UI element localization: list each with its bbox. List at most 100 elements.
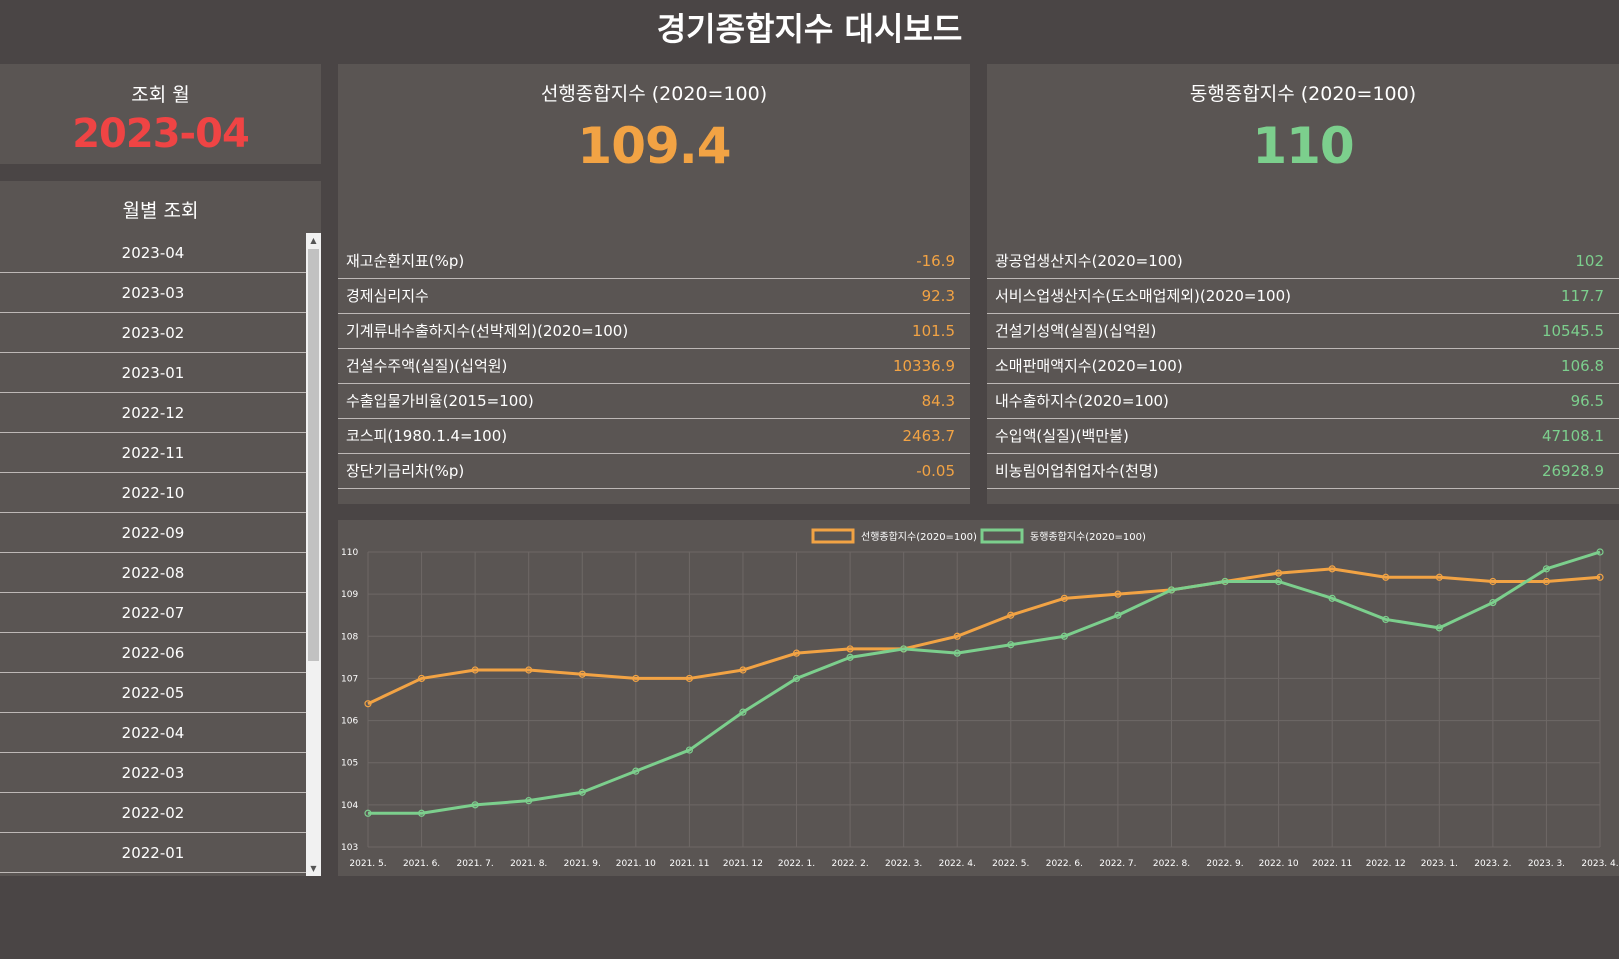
leading-component-row: 수출입물가비율(2015=100) 84.3	[338, 384, 970, 419]
y-tick-label: 106	[341, 717, 358, 727]
x-tick-label: 2023. 1.	[1421, 859, 1458, 869]
coincident-component-value: 47108.1	[1541, 427, 1604, 445]
y-tick-label: 104	[341, 801, 358, 811]
leading-index-value: 109.4	[577, 117, 731, 175]
leading-component-row: 건설수주액(실질)(십억원) 10336.9	[338, 349, 970, 384]
x-tick-label: 2022. 2.	[831, 859, 868, 869]
leading-component-label: 재고순환지표(%p)	[346, 252, 465, 270]
coincident-component-row: 소매판매액지수(2020=100) 106.8	[987, 349, 1619, 384]
coincident-component-label: 비농림어업취업자수(천명)	[995, 462, 1159, 480]
month-list-item[interactable]: 2023-04	[0, 233, 306, 273]
month-list-item[interactable]: 2022-10	[0, 473, 306, 513]
leading-component-value: 84.3	[921, 392, 955, 410]
x-tick-label: 2023. 4.	[1581, 859, 1618, 869]
leading-component-label: 수출입물가비율(2015=100)	[346, 392, 534, 410]
month-list-item[interactable]: 2022-02	[0, 793, 306, 833]
coincident-index-title: 동행종합지수 (2020=100)	[1189, 83, 1417, 105]
x-tick-label: 2021. 6.	[403, 859, 440, 869]
x-tick-label: 2022. 11	[1312, 859, 1352, 869]
coincident-component-label: 광공업생산지수(2020=100)	[995, 252, 1183, 270]
month-list-item[interactable]: 2022-08	[0, 553, 306, 593]
scroll-up-arrow-icon[interactable]: ▲	[306, 233, 321, 248]
month-list-item[interactable]: 2022-03	[0, 753, 306, 793]
leading-component-value: -0.05	[916, 462, 955, 480]
coincident-component-value: 26928.9	[1541, 462, 1604, 480]
x-tick-label: 2023. 2.	[1474, 859, 1511, 869]
coincident-component-label: 수입액(실질)(백만불)	[995, 427, 1129, 445]
legend-label: 선행종합지수(2020=100)	[861, 531, 977, 543]
x-tick-label: 2022. 12	[1366, 859, 1406, 869]
y-tick-label: 108	[341, 632, 358, 642]
x-tick-label: 2021. 10	[616, 859, 656, 869]
month-list-label: 월별 조회	[122, 200, 199, 222]
leading-component-row: 코스피(1980.1.4=100) 2463.7	[338, 419, 970, 454]
coincident-component-label: 서비스업생산지수(도소매업제외)(2020=100)	[995, 287, 1291, 305]
month-list-item[interactable]: 2022-12	[0, 393, 306, 433]
leading-component-value: -16.9	[916, 252, 955, 270]
x-tick-label: 2022. 5.	[992, 859, 1029, 869]
month-list-item[interactable]: 2022-11	[0, 433, 306, 473]
leading-component-row: 재고순환지표(%p) -16.9	[338, 244, 970, 279]
coincident-component-label: 소매판매액지수(2020=100)	[995, 357, 1183, 375]
month-list-item[interactable]: 2023-01	[0, 353, 306, 393]
coincident-component-label: 내수출하지수(2020=100)	[995, 392, 1169, 410]
month-list-item[interactable]: 2022-09	[0, 513, 306, 553]
leading-component-value: 2463.7	[902, 427, 956, 445]
month-list-item[interactable]: 2022-05	[0, 673, 306, 713]
legend-swatch	[811, 528, 855, 544]
coincident-components-list: 광공업생산지수(2020=100) 102 서비스업생산지수(도소매업제외)(202…	[987, 244, 1619, 489]
scroll-down-arrow-icon[interactable]: ▼	[306, 861, 321, 876]
coincident-component-value: 96.5	[1570, 392, 1604, 410]
leading-component-value: 92.3	[921, 287, 955, 305]
selected-month-value: 2023-04	[72, 111, 250, 157]
leading-component-row: 기계류내수출하지수(선박제외)(2020=100) 101.5	[338, 314, 970, 349]
month-list-item[interactable]: 2023-02	[0, 313, 306, 353]
index-trend-chart-panel: 103 104 105 106 107 108 109 110 2021. 5. 2021. 6.…	[338, 520, 1619, 876]
leading-index-title: 선행종합지수 (2020=100)	[540, 83, 768, 105]
leading-component-row: 장단기금리차(%p) -0.05	[338, 454, 970, 489]
x-tick-label: 2022. 7.	[1099, 859, 1136, 869]
month-list-scrollbar[interactable]: ▲ ▼	[306, 233, 321, 876]
index-trend-chart: 103 104 105 106 107 108 109 110 2021. 5. 2021. 6.…	[341, 528, 1619, 869]
coincident-component-row: 서비스업생산지수(도소매업제외)(2020=100) 117.7	[987, 279, 1619, 314]
month-list-item[interactable]: 2022-07	[0, 593, 306, 633]
legend-swatch	[980, 528, 1024, 544]
x-tick-label: 2021. 5.	[349, 859, 386, 869]
x-tick-label: 2022. 10	[1259, 859, 1299, 869]
x-tick-label: 2021. 7.	[457, 859, 494, 869]
coincident-component-value: 117.7	[1561, 287, 1604, 305]
month-list-item[interactable]: 2023-03	[0, 273, 306, 313]
x-tick-label: 2022. 6.	[1046, 859, 1083, 869]
x-tick-label: 2022. 4.	[939, 859, 976, 869]
month-list-panel: 월별 조회 2023-04 2023-03 2023-02 2023-01 2022-1…	[0, 181, 321, 876]
legend-label: 동행종합지수(2020=100)	[1030, 531, 1146, 543]
scrollbar-thumb[interactable]	[308, 249, 319, 661]
coincident-index-value: 110	[1252, 117, 1354, 175]
coincident-component-label: 건설기성액(실질)(십억원)	[995, 322, 1157, 340]
page-title: 경기종합지수 대시보드	[656, 10, 963, 48]
leading-component-label: 건설수주액(실질)(십억원)	[346, 357, 508, 375]
coincident-component-row: 건설기성액(실질)(십억원) 10545.5	[987, 314, 1619, 349]
leading-component-value: 10336.9	[892, 357, 955, 375]
month-list-item[interactable]: 2022-01	[0, 833, 306, 873]
series-line-coincident	[368, 550, 1601, 815]
leading-component-label: 기계류내수출하지수(선박제외)(2020=100)	[346, 322, 629, 340]
x-tick-label: 2021. 8.	[510, 859, 547, 869]
y-tick-label: 107	[341, 674, 358, 684]
leading-component-label: 장단기금리차(%p)	[346, 462, 465, 480]
y-tick-label: 103	[341, 843, 358, 853]
coincident-component-row: 수입액(실질)(백만불) 47108.1	[987, 419, 1619, 454]
x-tick-label: 2023. 3.	[1528, 859, 1565, 869]
x-tick-label: 2021. 12	[723, 859, 763, 869]
coincident-component-value: 102	[1575, 252, 1604, 270]
selected-month-label: 조회 월	[131, 84, 190, 106]
coincident-component-value: 10545.5	[1541, 322, 1604, 340]
y-tick-label: 105	[341, 759, 358, 769]
leading-component-row: 경제심리지수 92.3	[338, 279, 970, 314]
month-list-item[interactable]: 2022-06	[0, 633, 306, 673]
x-tick-label: 2021. 9.	[564, 859, 601, 869]
month-list-item[interactable]: 2022-04	[0, 713, 306, 753]
leading-component-value: 101.5	[912, 322, 955, 340]
leading-index-panel: 선행종합지수 (2020=100) 109.4 재고순환지표(%p) -16.9 경…	[338, 64, 970, 504]
x-tick-label: 2022. 9.	[1206, 859, 1243, 869]
